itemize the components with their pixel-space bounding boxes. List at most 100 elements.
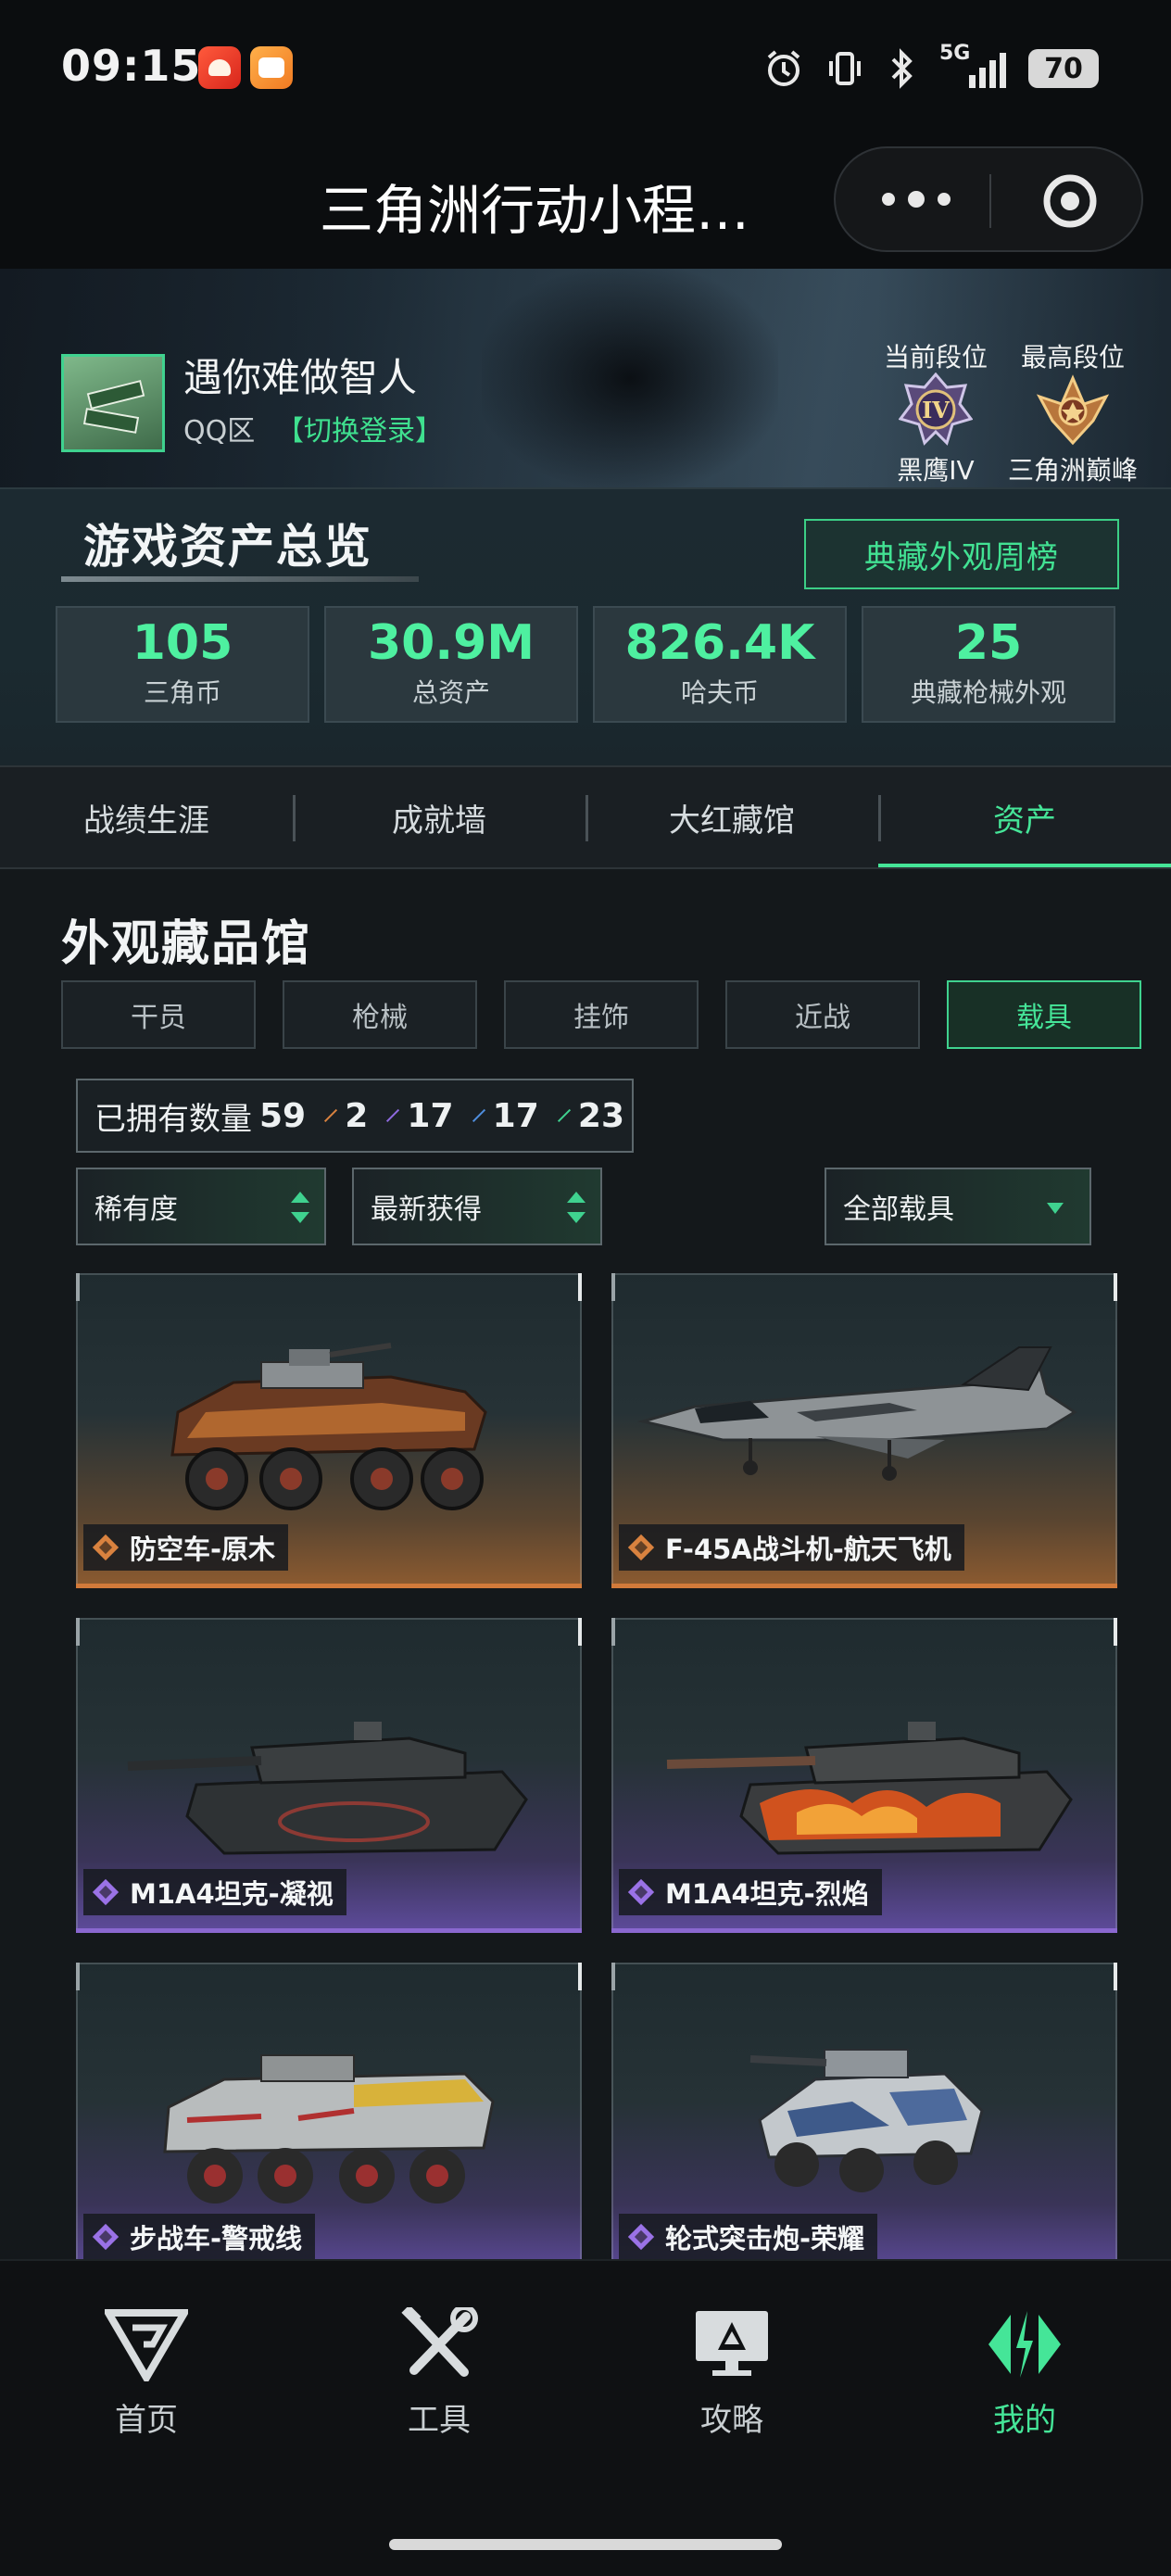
orange-rarity-icon	[324, 1108, 338, 1123]
ellipsis-icon[interactable]	[875, 182, 958, 219]
stat-value: 105	[132, 615, 233, 671]
tab-career[interactable]: 战绩生涯	[0, 767, 293, 867]
home-indicator[interactable]	[389, 2539, 782, 2550]
nav-mine[interactable]: 我的	[878, 2307, 1171, 2440]
category-melee[interactable]: 近战	[725, 980, 920, 1049]
rarity-count: 23	[577, 1096, 624, 1135]
sort-arrows-icon	[567, 1190, 586, 1227]
stat-box[interactable]: 30.9M 总资产	[324, 606, 578, 723]
stat-label: 总资产	[411, 677, 490, 708]
nav-home[interactable]: 首页	[0, 2307, 293, 2440]
tools-icon	[401, 2307, 478, 2377]
stat-value: 30.9M	[367, 615, 535, 671]
tab-red-collection[interactable]: 大红藏馆	[586, 767, 878, 867]
overview-title: 游戏资产总览	[83, 520, 372, 574]
sort-rarity-dropdown[interactable]: 稀有度	[76, 1168, 326, 1245]
title-bar: 三角洲行动小程…	[0, 139, 1171, 269]
chevron-down-icon	[1047, 1203, 1064, 1214]
active-tab-indicator	[878, 864, 1171, 867]
collection-card[interactable]: 轮式突击炮-荣耀	[611, 1963, 1117, 2278]
section-tabs: 战绩生涯 成就墙 大红藏馆 资产	[0, 765, 1171, 869]
item-name: 防空车-原木	[83, 1524, 289, 1571]
item-name: F-45A战斗机-航天飞机	[619, 1524, 964, 1571]
item-name-text: 步战车-警戒线	[130, 2223, 303, 2254]
highest-rank-badge-icon	[1036, 374, 1110, 446]
zone-label: QQ区	[183, 415, 256, 448]
purple-rarity-icon	[92, 2223, 120, 2251]
stat-label: 哈夫币	[680, 677, 759, 708]
purple-rarity-icon	[386, 1108, 400, 1123]
stat-box[interactable]: 826.4K 哈夫币	[593, 606, 847, 723]
switch-login-link[interactable]: 【切换登录】	[276, 408, 443, 448]
collection-card[interactable]: 步战车-警戒线	[76, 1963, 582, 2278]
owned-count-bar: 已拥有数量 59 2 17 17 23	[76, 1079, 634, 1153]
item-name: M1A4坦克-烈焰	[619, 1869, 882, 1915]
highest-rank-name: 三角洲巅峰	[1007, 455, 1138, 486]
status-bar: 09:15 5G 70	[0, 0, 1171, 139]
avatar[interactable]	[61, 354, 165, 452]
item-name-text: 防空车-原木	[130, 1534, 276, 1565]
svg-text:IV: IV	[922, 397, 950, 423]
guide-monitor-icon	[696, 2311, 768, 2376]
purple-rarity-icon	[627, 1878, 655, 1906]
mini-program-capsule	[834, 146, 1143, 252]
nav-label: 工具	[408, 2402, 471, 2439]
item-name: 步战车-警戒线	[83, 2214, 316, 2260]
stat-box[interactable]: 25 典藏枪械外观	[862, 606, 1115, 723]
sort-arrows-icon	[291, 1190, 309, 1227]
status-icons: 5G 70	[763, 41, 1099, 96]
owned-label: 已拥有数量	[94, 1100, 252, 1138]
collection-card[interactable]: F-45A战斗机-航天飞机	[611, 1273, 1117, 1588]
stat-label: 三角币	[143, 677, 221, 708]
title-underline	[61, 576, 419, 582]
battery-icon: 70	[1028, 49, 1099, 88]
nickname: 遇你难做智人	[183, 355, 418, 400]
item-name-text: M1A4坦克-凝视	[130, 1878, 334, 1910]
item-name: M1A4坦克-凝视	[83, 1869, 346, 1915]
appearance-collection: 外观藏品馆 干员 枪械 挂饰 近战 载具 已拥有数量 59 2 17 17 23 …	[0, 869, 1171, 2278]
rarity-count: 17	[407, 1096, 454, 1135]
nav-guide[interactable]: 攻略	[586, 2307, 878, 2440]
item-name: 轮式突击炮-荣耀	[619, 2214, 878, 2260]
dropdown-label: 最新获得	[371, 1193, 482, 1226]
category-charms[interactable]: 挂饰	[504, 980, 699, 1049]
owned-total: 59	[259, 1096, 307, 1135]
stat-box[interactable]: 105 三角币	[56, 606, 309, 723]
category-vehicles[interactable]: 载具	[947, 980, 1141, 1049]
nav-label: 攻略	[700, 2402, 763, 2439]
collection-card[interactable]: 防空车-原木	[76, 1273, 582, 1588]
profile-logo-icon	[988, 2311, 1061, 2378]
delta-logo-icon	[105, 2309, 188, 2381]
green-rarity-icon	[557, 1108, 571, 1123]
sort-latest-dropdown[interactable]: 最新获得	[352, 1168, 602, 1245]
current-rank-name: 黑鹰IV	[897, 455, 975, 486]
highest-rank-label: 最高段位	[1020, 342, 1125, 373]
bluetooth-icon	[891, 48, 913, 89]
category-operators[interactable]: 干员	[61, 980, 256, 1049]
purple-rarity-icon	[92, 1878, 120, 1906]
nav-tools[interactable]: 工具	[293, 2307, 586, 2440]
stat-value: 25	[954, 615, 1023, 671]
rarity-count: 17	[492, 1096, 539, 1135]
app-orange-icon	[250, 46, 293, 89]
status-time: 09:15	[61, 41, 202, 91]
vehicle-filter-dropdown[interactable]: 全部载具	[825, 1168, 1091, 1245]
collection-title: 外观藏品馆	[61, 916, 312, 972]
bottom-nav: 首页 工具 攻略 我的	[0, 2259, 1171, 2519]
item-name-text: 轮式突击炮-荣耀	[665, 2223, 865, 2254]
category-guns[interactable]: 枪械	[283, 980, 477, 1049]
tab-assets[interactable]: 资产	[878, 767, 1171, 867]
item-name-text: F-45A战斗机-航天飞机	[665, 1534, 951, 1565]
profile-header: 遇你难做智人 QQ区 【切换登录】 当前段位 IV 黑鹰IV 最高段位 三角洲巅…	[0, 269, 1171, 487]
collection-card[interactable]: M1A4坦克-烈焰	[611, 1618, 1117, 1933]
collection-card[interactable]: M1A4坦克-凝视	[76, 1618, 582, 1933]
current-rank-badge-icon: IV	[899, 373, 973, 446]
tab-achievements[interactable]: 成就墙	[293, 767, 586, 867]
stat-label: 典藏枪械外观	[910, 677, 1066, 708]
weekly-ranking-button[interactable]: 典藏外观周榜	[804, 519, 1119, 589]
nav-label: 首页	[115, 2402, 178, 2439]
target-icon[interactable]	[1041, 172, 1099, 230]
vibrate-icon	[829, 52, 861, 85]
network-label: 5G	[939, 42, 971, 65]
rarity-count: 2	[345, 1096, 369, 1135]
